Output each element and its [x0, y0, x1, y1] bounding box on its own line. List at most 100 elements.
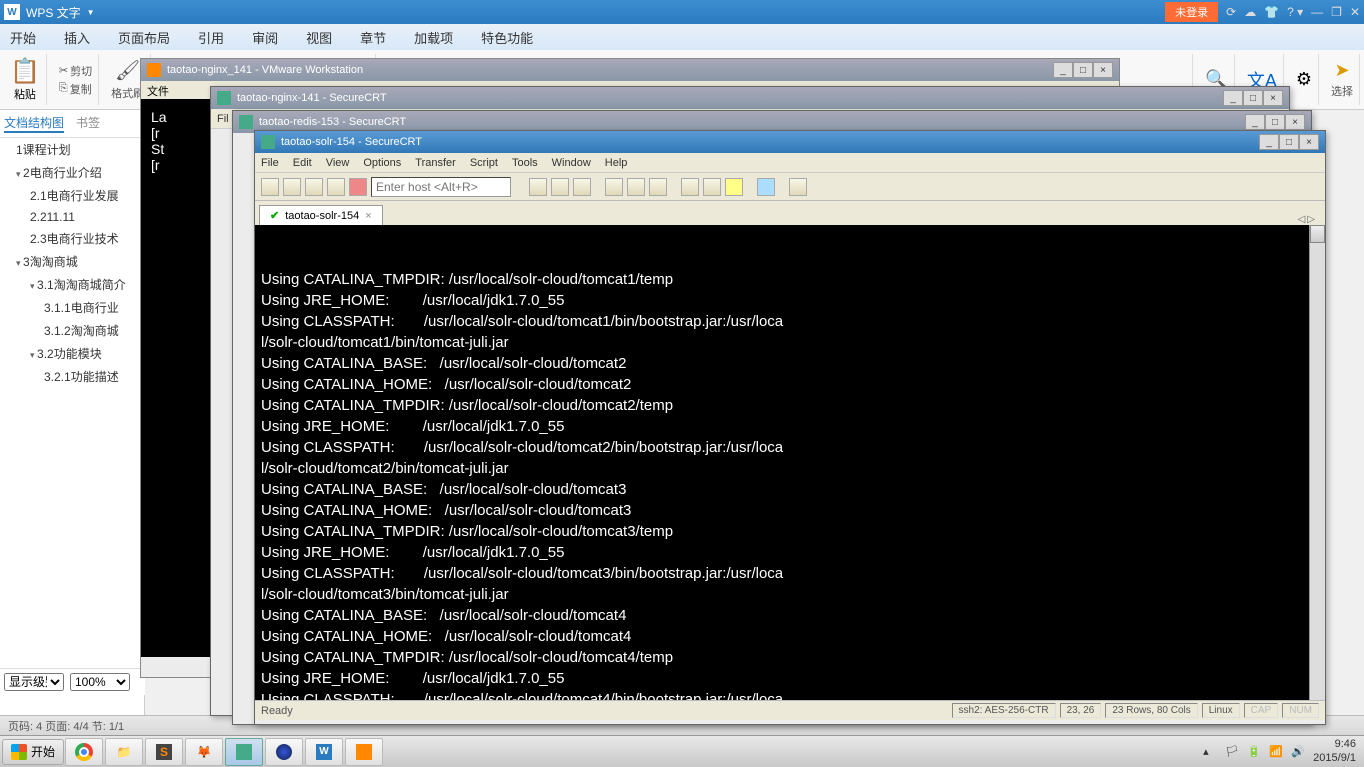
- quick-connect-icon[interactable]: [283, 178, 301, 196]
- tree-item[interactable]: 3淘淘商城: [0, 250, 144, 273]
- close-icon[interactable]: ✕: [1350, 5, 1360, 19]
- task-securecrt[interactable]: [225, 738, 263, 766]
- scrollbar[interactable]: [1309, 225, 1325, 700]
- task-wps[interactable]: W: [305, 738, 343, 766]
- start-button[interactable]: 开始: [2, 739, 64, 765]
- menu-transfer[interactable]: Transfer: [415, 157, 456, 169]
- tree-item[interactable]: 2.3电商行业技术: [0, 227, 144, 250]
- menu-special[interactable]: 特色功能: [481, 28, 533, 47]
- disconnect-all-icon[interactable]: [349, 178, 367, 196]
- maximize-button[interactable]: □: [1243, 90, 1263, 106]
- zoom-percent-select[interactable]: 100%: [70, 673, 130, 691]
- tree-tab-bookmark[interactable]: 书签: [76, 114, 100, 133]
- select-button[interactable]: ➤ 选择: [1331, 60, 1353, 99]
- tree-item[interactable]: 2.211.11: [0, 207, 144, 227]
- minimize-button[interactable]: _: [1259, 134, 1279, 150]
- task-explorer[interactable]: 📁: [105, 738, 143, 766]
- network-icon[interactable]: 📶: [1269, 745, 1283, 759]
- skin-icon[interactable]: 👕: [1264, 5, 1279, 19]
- menu-insert[interactable]: 插入: [64, 28, 90, 47]
- menu-tools[interactable]: Tools: [512, 157, 538, 169]
- help-icon[interactable]: ? ▾: [1287, 5, 1303, 19]
- maximize-button[interactable]: □: [1265, 114, 1285, 130]
- tree-item[interactable]: 3.2功能模块: [0, 342, 144, 365]
- sync-icon[interactable]: ⟳: [1226, 5, 1236, 19]
- minimize-button[interactable]: _: [1223, 90, 1243, 106]
- login-button[interactable]: 未登录: [1165, 2, 1218, 22]
- volume-icon[interactable]: 🔊: [1291, 745, 1305, 759]
- tab-next-icon[interactable]: ▷: [1307, 214, 1315, 225]
- about-icon[interactable]: [789, 178, 807, 196]
- scrollbar-thumb[interactable]: [1310, 225, 1325, 243]
- session-options-icon[interactable]: [703, 178, 721, 196]
- close-button[interactable]: ×: [1263, 90, 1283, 106]
- menu-file[interactable]: File: [261, 157, 279, 169]
- menu-file[interactable]: Fil: [217, 113, 229, 125]
- minimize-icon[interactable]: —: [1311, 5, 1323, 19]
- maximize-button[interactable]: □: [1073, 62, 1093, 78]
- menu-layout[interactable]: 页面布局: [118, 28, 170, 47]
- menu-view[interactable]: 视图: [306, 28, 332, 47]
- menu-addons[interactable]: 加载项: [414, 28, 453, 47]
- tab-close-icon[interactable]: ×: [365, 210, 371, 222]
- task-vmware[interactable]: [345, 738, 383, 766]
- menu-window[interactable]: Window: [552, 157, 591, 169]
- chevron-down-icon[interactable]: ▼: [87, 8, 95, 17]
- menu-options[interactable]: Options: [363, 157, 401, 169]
- task-chrome[interactable]: [65, 738, 103, 766]
- tree-item[interactable]: 3.1淘淘商城简介: [0, 273, 144, 296]
- tree-item[interactable]: 3.1.2淘淘商城: [0, 319, 144, 342]
- tab-prev-icon[interactable]: ◁: [1298, 214, 1306, 225]
- maximize-button[interactable]: □: [1279, 134, 1299, 150]
- key-icon[interactable]: [725, 178, 743, 196]
- host-input[interactable]: [371, 177, 511, 197]
- tree-tab-structure[interactable]: 文档结构图: [4, 114, 64, 133]
- task-firefox[interactable]: 🦊: [185, 738, 223, 766]
- tree-item[interactable]: 2.1电商行业发展: [0, 184, 144, 207]
- wps-titlebar[interactable]: W WPS 文字 ▼ 未登录 ⟳ ☁ 👕 ? ▾ — ❐ ✕: [0, 0, 1364, 24]
- print-icon[interactable]: [605, 178, 623, 196]
- tree-item[interactable]: 1课程计划: [0, 138, 144, 161]
- properties-icon[interactable]: [681, 178, 699, 196]
- cloud-icon[interactable]: ☁: [1244, 5, 1256, 19]
- tools-icon[interactable]: ⚙: [1296, 69, 1312, 90]
- menu-help[interactable]: Help: [605, 157, 628, 169]
- menu-reference[interactable]: 引用: [198, 28, 224, 47]
- tray-expand-icon[interactable]: ▴: [1203, 745, 1217, 759]
- task-sublime[interactable]: S: [145, 738, 183, 766]
- zoom-level-select[interactable]: 显示级别: [4, 673, 64, 691]
- print-preview-icon[interactable]: [649, 178, 667, 196]
- menu-script[interactable]: Script: [470, 157, 498, 169]
- securecrt-window-solr[interactable]: taotao-solr-154 - SecureCRT _ □ × File E…: [254, 130, 1326, 725]
- minimize-button[interactable]: _: [1245, 114, 1265, 130]
- menu-start[interactable]: 开始: [10, 28, 36, 47]
- flag-icon[interactable]: 🏳: [1225, 745, 1239, 759]
- minimize-button[interactable]: _: [1053, 62, 1073, 78]
- tree-item[interactable]: 2电商行业介绍: [0, 161, 144, 184]
- clock[interactable]: 9:46 2015/9/1: [1313, 738, 1356, 764]
- menu-view[interactable]: View: [326, 157, 350, 169]
- menu-review[interactable]: 审阅: [252, 28, 278, 47]
- copy-icon[interactable]: [529, 178, 547, 196]
- paste-button[interactable]: 📋: [10, 57, 40, 86]
- paste-icon[interactable]: [551, 178, 569, 196]
- copy-button[interactable]: ⎘复制: [59, 81, 92, 97]
- tree-item[interactable]: 3.1.1电商行业: [0, 296, 144, 319]
- find-icon[interactable]: [573, 178, 591, 196]
- connect-icon[interactable]: [261, 178, 279, 196]
- cut-button[interactable]: ✂剪切: [59, 63, 92, 79]
- help-icon[interactable]: [757, 178, 775, 196]
- print-setup-icon[interactable]: [627, 178, 645, 196]
- close-button[interactable]: ×: [1093, 62, 1113, 78]
- reconnect-icon[interactable]: [305, 178, 323, 196]
- menu-chapter[interactable]: 章节: [360, 28, 386, 47]
- session-tab[interactable]: ✔ taotao-solr-154 ×: [259, 205, 383, 225]
- menu-edit[interactable]: Edit: [293, 157, 312, 169]
- maximize-icon[interactable]: ❐: [1331, 5, 1342, 19]
- task-eclipse[interactable]: [265, 738, 303, 766]
- close-button[interactable]: ×: [1299, 134, 1319, 150]
- disconnect-icon[interactable]: [327, 178, 345, 196]
- close-button[interactable]: ×: [1285, 114, 1305, 130]
- battery-icon[interactable]: 🔋: [1247, 745, 1261, 759]
- terminal-output[interactable]: Using CATALINA_TMPDIR: /usr/local/solr-c…: [255, 225, 1325, 700]
